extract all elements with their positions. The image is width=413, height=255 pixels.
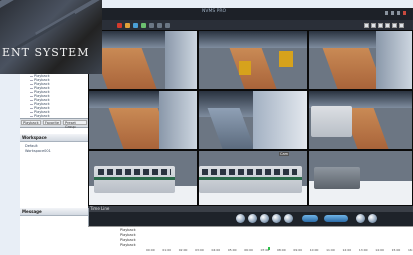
forklift-icon xyxy=(279,51,293,67)
tab-favorite[interactable]: Favorite xyxy=(43,120,61,125)
camera-tile[interactable] xyxy=(308,90,413,150)
timeline-header-label: Time Line xyxy=(90,206,110,211)
camera-tile[interactable] xyxy=(308,30,413,90)
playhead-marker[interactable] xyxy=(268,247,270,250)
logo-text: ENT SYSTEM xyxy=(2,46,90,59)
playback-controls xyxy=(88,212,413,226)
time-tick-label: 10:00 xyxy=(309,248,319,252)
message-header: Message xyxy=(20,208,88,216)
camera-tile[interactable] xyxy=(88,30,198,90)
timeline-scale[interactable]: 00:00 01:00 02:00 03:00 04:00 05:00 06:00 07:00… xyxy=(146,248,413,254)
clip-icon[interactable] xyxy=(368,214,377,223)
tree-connector xyxy=(30,84,33,85)
playback-icon[interactable] xyxy=(141,23,146,28)
camera-tile[interactable] xyxy=(198,30,308,90)
time-tick-label: 00:00 xyxy=(146,248,155,252)
speed-slider[interactable] xyxy=(302,215,318,222)
logo: ENT SYSTEM xyxy=(0,0,102,74)
tree-connector xyxy=(30,108,33,109)
fullscreen-button[interactable] xyxy=(399,23,404,28)
window-title: NVMS PRO xyxy=(202,9,226,14)
record-icon[interactable] xyxy=(117,23,122,28)
camera-tile[interactable] xyxy=(88,90,198,150)
workspace-header: Workspace xyxy=(20,134,88,142)
rewind-icon[interactable] xyxy=(272,214,281,223)
time-tick-label: 02:00 xyxy=(178,248,188,252)
camera-tile[interactable] xyxy=(308,150,413,206)
workspace-list: Default Workspace001 xyxy=(20,142,88,206)
snapshot-icon[interactable] xyxy=(356,214,365,223)
maximize-icon[interactable] xyxy=(391,11,394,15)
timeline-row-label: Playback xyxy=(120,233,136,237)
panel-tabs: Playback Favorite Preset Group xyxy=(20,118,88,129)
camera-title: Cam xyxy=(279,152,289,156)
time-tick-label: 13:00 xyxy=(358,248,368,252)
live-view-icon[interactable] xyxy=(133,23,138,28)
layout-1-button[interactable] xyxy=(364,23,369,28)
layout-25-button[interactable] xyxy=(392,23,397,28)
time-tick-label: 03:00 xyxy=(195,248,204,252)
layout-4-button[interactable] xyxy=(371,23,376,28)
title-bar: NVMS PRO xyxy=(102,8,413,20)
tree-connector xyxy=(30,88,33,89)
time-tick-label: 16:00 xyxy=(408,248,413,252)
workspace-header-label: Workspace xyxy=(22,135,47,140)
timeline-row-label: Playback xyxy=(120,243,136,247)
layout-16-button[interactable] xyxy=(385,23,390,28)
tree-connector xyxy=(30,80,33,81)
time-tick-label: 09:00 xyxy=(293,248,303,252)
volume-slider[interactable] xyxy=(324,215,348,222)
screen: Playback Playback Playback Playback Playback… xyxy=(0,0,413,255)
time-tick-label: 15:00 xyxy=(391,248,401,252)
time-tick-label: 12:00 xyxy=(342,248,352,252)
pause-icon[interactable] xyxy=(248,214,257,223)
tree-connector xyxy=(30,112,33,113)
camera-grid: Cam xyxy=(88,30,413,206)
minimize-icon[interactable] xyxy=(385,11,388,15)
workspace-item-workspace001[interactable]: Workspace001 xyxy=(25,149,51,153)
log-icon[interactable] xyxy=(157,23,162,28)
message-panel: Message xyxy=(20,208,89,255)
time-tick-label: 04:00 xyxy=(211,248,221,252)
tree-connector xyxy=(30,96,33,97)
settings-icon[interactable] xyxy=(149,23,154,28)
time-tick-label: 01:00 xyxy=(162,248,172,252)
stop-icon[interactable] xyxy=(260,214,269,223)
tab-preset-group[interactable]: Preset Group xyxy=(63,120,87,129)
timeline-row-label: Playback xyxy=(120,228,136,232)
tree-connector xyxy=(30,116,33,117)
timeline: Playback Playback Playback Playback 00:0… xyxy=(88,226,413,255)
camera-tile[interactable]: Cam xyxy=(198,150,308,206)
camera-tile[interactable] xyxy=(198,90,308,150)
time-tick-label: 14:00 xyxy=(375,248,384,252)
time-tick-label: 06:00 xyxy=(244,248,253,252)
tab-playback[interactable]: Playback xyxy=(21,120,41,125)
camera-tile[interactable] xyxy=(88,150,198,206)
tree-connector xyxy=(30,104,33,105)
layout-9-button[interactable] xyxy=(378,23,383,28)
time-tick-label: 11:00 xyxy=(326,248,335,252)
tree-connector xyxy=(30,92,33,93)
workspace-item-default[interactable]: Default xyxy=(25,144,38,148)
tree-connector xyxy=(30,100,33,101)
close-icon[interactable] xyxy=(403,11,406,15)
tree-connector xyxy=(30,76,33,77)
restore-icon[interactable] xyxy=(397,11,400,15)
message-header-label: Message xyxy=(22,209,42,214)
timeline-row-label: Playback xyxy=(120,238,136,242)
user-icon[interactable] xyxy=(165,23,170,28)
alarm-icon[interactable] xyxy=(125,23,130,28)
time-tick-label: 05:00 xyxy=(227,248,237,252)
fast-forward-icon[interactable] xyxy=(284,214,293,223)
play-icon[interactable] xyxy=(236,214,245,223)
forklift-icon xyxy=(239,61,251,75)
time-tick-label: 08:00 xyxy=(277,248,286,252)
